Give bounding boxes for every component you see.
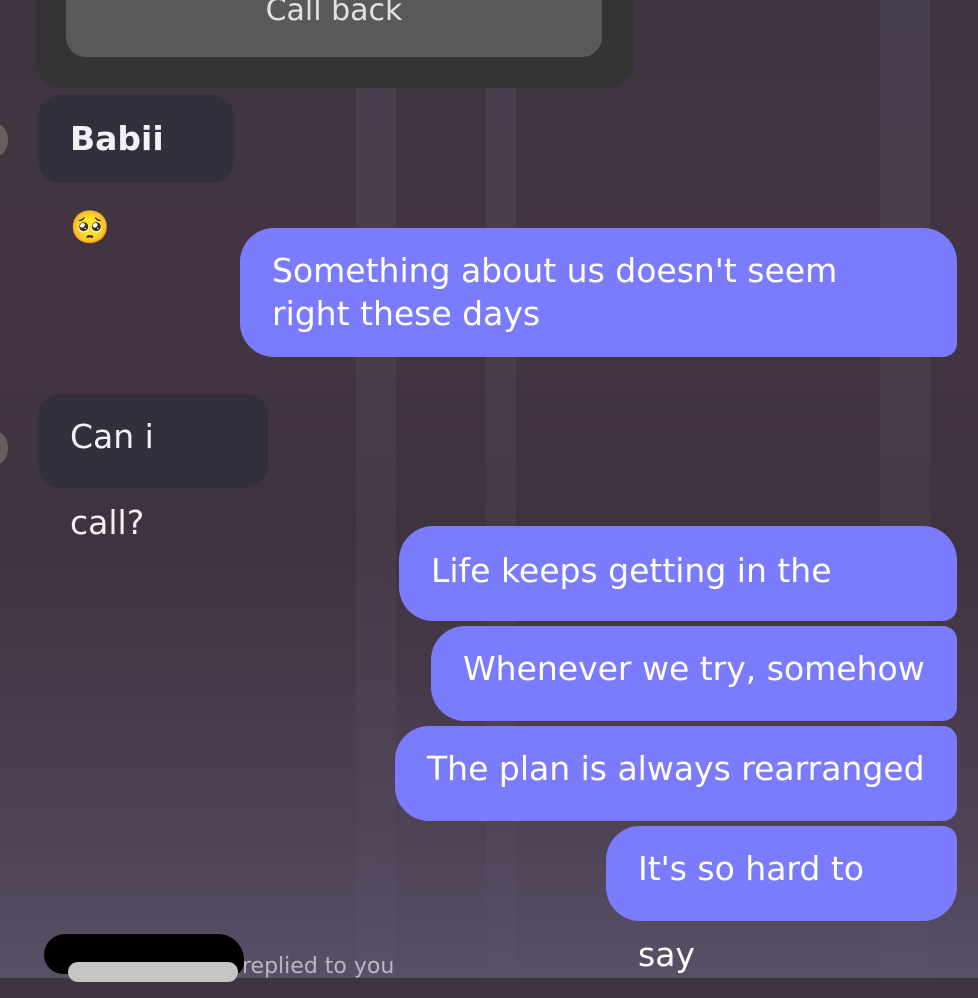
message-text: Can i call? <box>70 417 154 542</box>
pleading-face-emoji: 🥺 <box>70 208 110 246</box>
message-outgoing[interactable]: Whenever we try, somehow <box>431 626 957 721</box>
sender-avatar[interactable] <box>0 124 8 156</box>
message-text: The plan is always rearranged <box>427 749 925 788</box>
message-outgoing[interactable]: The plan is always rearranged <box>395 726 957 821</box>
message-incoming[interactable]: Can i call? <box>38 394 268 542</box>
message-text: Babii <box>70 119 164 158</box>
message-text: Whenever we try, somehow <box>463 649 925 688</box>
background-streak <box>486 0 516 978</box>
call-back-button[interactable]: Call back <box>66 0 602 57</box>
background-streak <box>356 0 396 978</box>
message-outgoing[interactable]: It's so hard to say <box>606 826 957 974</box>
redacted-sender-name-shadow <box>68 962 238 982</box>
sender-avatar[interactable] <box>0 432 8 464</box>
message-incoming[interactable]: Babii 🥺 <box>38 95 234 246</box>
message-text: It's so hard to say <box>638 849 864 974</box>
message-outgoing[interactable]: Life keeps getting in the way.. <box>399 526 957 680</box>
message-text: Something about us doesn't seem right th… <box>272 251 838 333</box>
message-outgoing[interactable]: Something about us doesn't seem right th… <box>240 228 957 357</box>
reply-indicator: replied to you <box>242 954 395 979</box>
